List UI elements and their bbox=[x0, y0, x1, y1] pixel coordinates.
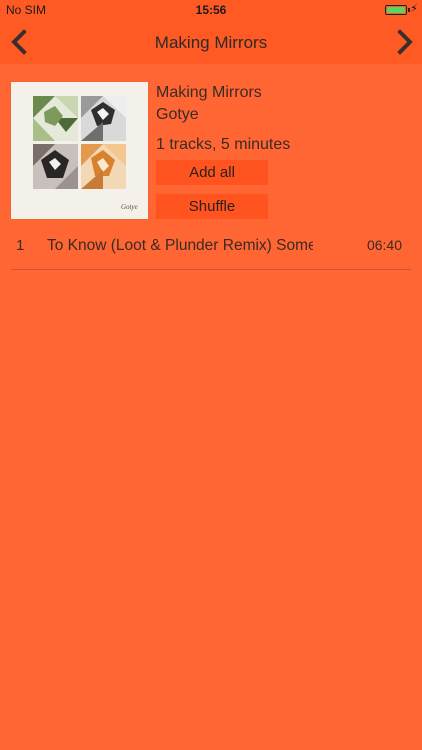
nav-bar: Making Mirrors bbox=[0, 20, 422, 64]
track-title: To Know (Loot & Plunder Remix) Somebody … bbox=[47, 237, 313, 254]
battery-icon bbox=[385, 5, 407, 15]
album-name: Making Mirrors bbox=[156, 84, 262, 101]
page-title: Making Mirrors bbox=[154, 33, 268, 52]
album-artwork: Gotye bbox=[11, 82, 148, 219]
art-signature: Gotye bbox=[121, 203, 138, 211]
status-time: 15:56 bbox=[195, 3, 227, 17]
track-row[interactable]: 1 To Know (Loot & Plunder Remix) Somebod… bbox=[11, 231, 411, 270]
art-tile-green bbox=[33, 96, 78, 141]
art-tile-dark bbox=[33, 144, 78, 189]
track-number: 1 bbox=[16, 237, 25, 254]
charging-icon: ⚡ bbox=[410, 3, 418, 15]
add-all-button[interactable]: Add all bbox=[156, 160, 268, 185]
art-tile-orange bbox=[81, 144, 126, 189]
track-summary: 1 tracks, 5 minutes bbox=[156, 136, 291, 153]
artist-name: Gotye bbox=[156, 106, 199, 123]
art-tile-grey bbox=[81, 96, 126, 141]
shuffle-button[interactable]: Shuffle bbox=[156, 194, 268, 219]
chevron-right-icon[interactable] bbox=[390, 28, 418, 56]
battery-level bbox=[387, 7, 405, 13]
track-duration: 06:40 bbox=[366, 237, 402, 253]
status-bar: No SIM 15:56 ⚡ bbox=[0, 0, 422, 20]
